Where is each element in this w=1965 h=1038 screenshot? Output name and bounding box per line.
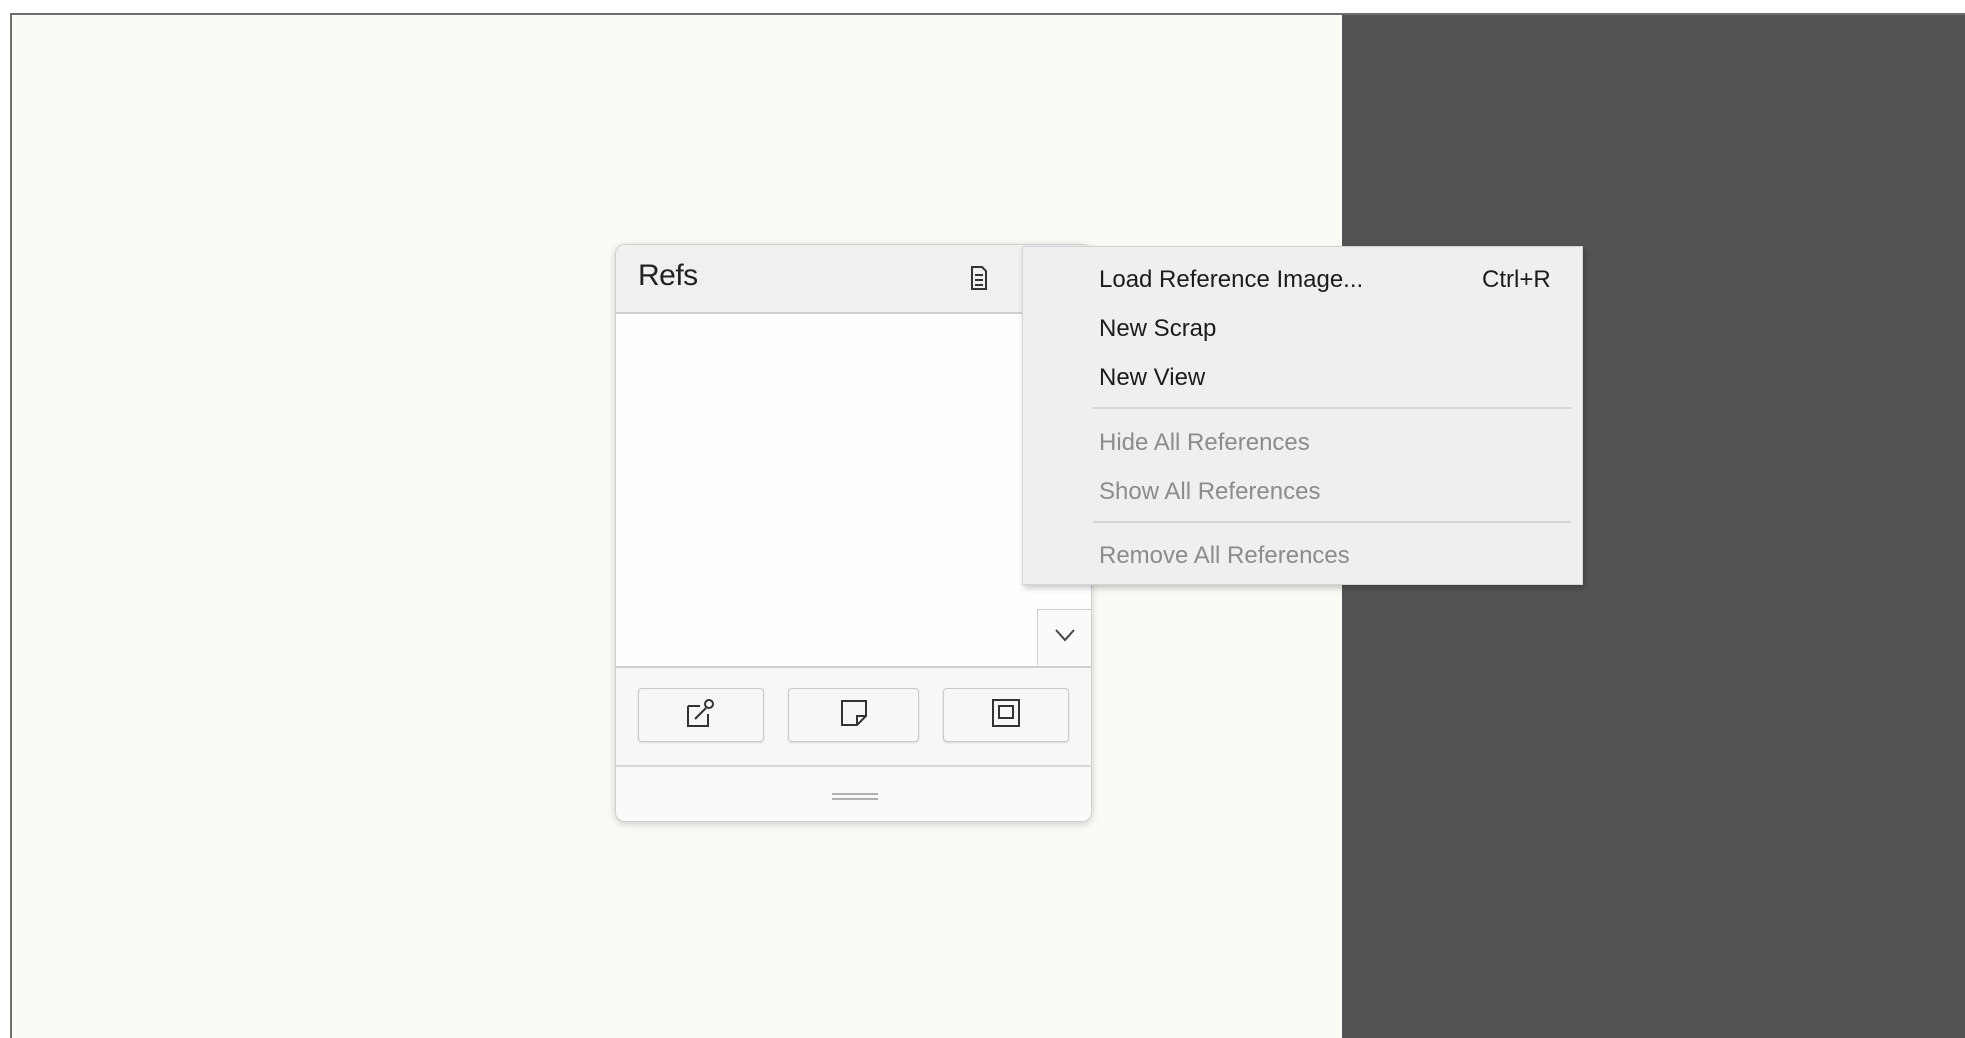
- menu-separator: [1093, 407, 1571, 409]
- menu-item-show-all-references[interactable]: Show All References: [1099, 471, 1569, 513]
- load-reference-icon: [684, 696, 718, 735]
- scroll-down-button[interactable]: [1037, 609, 1091, 665]
- menu-item-hide-all-references[interactable]: Hide All References: [1099, 422, 1569, 464]
- menu-item-label: Load Reference Image...: [1099, 266, 1364, 293]
- new-scrap-icon: [837, 696, 871, 735]
- load-reference-button[interactable]: [638, 688, 764, 742]
- toolbar-row: [616, 668, 1091, 767]
- panel-title: Refs: [638, 259, 698, 292]
- menu-item-shortcut: Ctrl+R: [1482, 266, 1551, 293]
- menu-item-label: Hide All References: [1099, 429, 1310, 456]
- new-view-button[interactable]: [943, 688, 1069, 742]
- chevron-down-icon: [1054, 627, 1076, 648]
- resize-grip-icon[interactable]: [832, 789, 878, 800]
- menu-item-new-scrap[interactable]: New Scrap: [1099, 308, 1569, 350]
- menu-list-icon[interactable]: [969, 265, 989, 291]
- menu-item-label: Show All References: [1099, 478, 1321, 505]
- menu-item-new-view[interactable]: New View: [1099, 357, 1569, 399]
- refs-context-menu: Load Reference Image... Ctrl+R New Scrap…: [1022, 246, 1583, 585]
- panel-footer: [616, 767, 1091, 821]
- new-view-icon: [990, 697, 1022, 734]
- new-scrap-button[interactable]: [788, 688, 919, 742]
- menu-separator: [1093, 521, 1571, 523]
- menu-item-load-reference-image[interactable]: Load Reference Image... Ctrl+R: [1099, 259, 1569, 301]
- menu-item-remove-all-references[interactable]: Remove All References: [1099, 535, 1569, 577]
- references-list[interactable]: [616, 314, 1091, 668]
- menu-item-label: New Scrap: [1099, 315, 1217, 342]
- menu-item-label: Remove All References: [1099, 542, 1350, 569]
- menu-item-label: New View: [1099, 364, 1206, 391]
- panel-header: Refs: [616, 245, 1091, 314]
- refs-panel: Refs: [615, 244, 1092, 822]
